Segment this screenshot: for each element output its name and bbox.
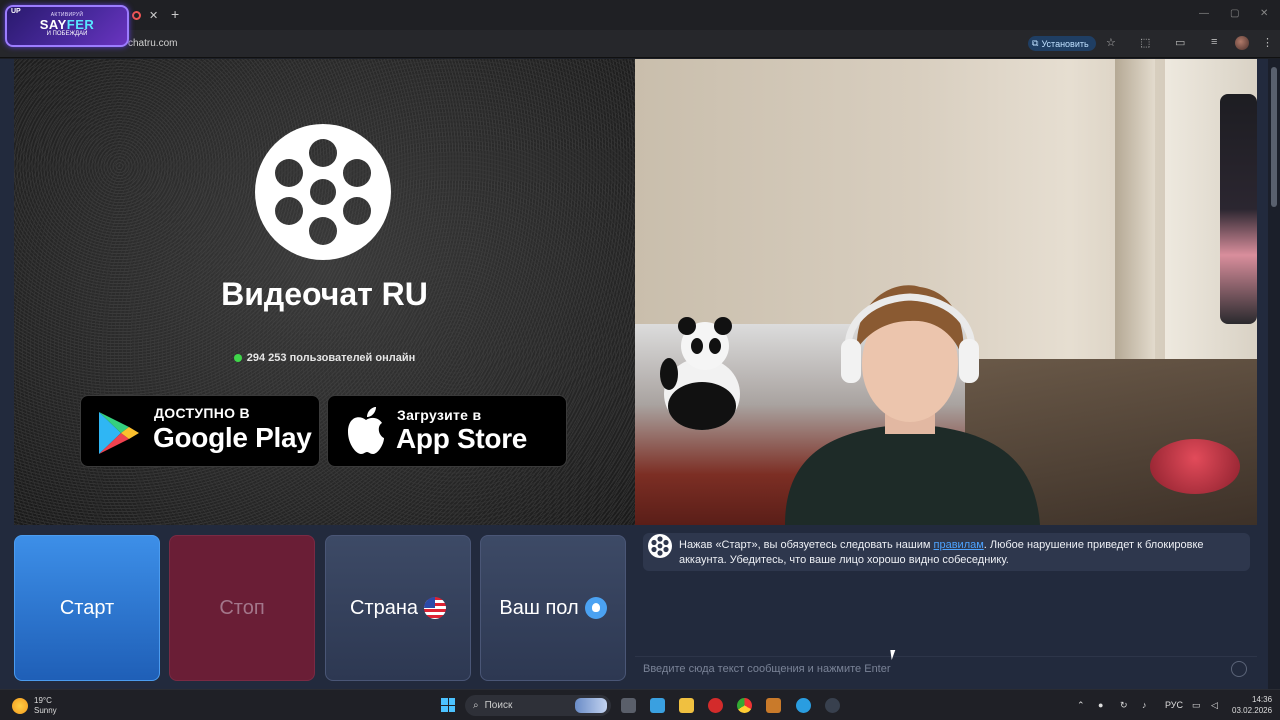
gender-label: Ваш пол xyxy=(499,596,579,619)
chat-input-area[interactable]: Введите сюда текст сообщения и нажмите E… xyxy=(635,656,1257,682)
stop-button[interactable]: Стоп xyxy=(169,535,315,681)
hanging-jackets xyxy=(1220,94,1257,324)
badge-title-a: SAY xyxy=(39,17,67,32)
online-status-icon xyxy=(233,354,242,362)
emoji-icon[interactable] xyxy=(1231,661,1247,677)
tray-app-icon[interactable]: ● xyxy=(1098,700,1103,710)
recording-icon xyxy=(132,11,141,20)
online-count-text: 294 253 пользователей онлайн xyxy=(246,352,416,364)
panda-plush xyxy=(660,317,740,430)
search-label: Поиск xyxy=(484,700,513,711)
videochat-page: Видеочат RU 294 253 пользователей онлайн… xyxy=(0,59,1280,689)
streamer-badge-logo: UP АКТИВИРУЙ SAYFER И ПОБЕЖДАЙ xyxy=(5,5,129,47)
brand-title: Видеочат RU xyxy=(221,276,428,312)
active-tab-controls: ✕ xyxy=(132,9,158,22)
pet-bed xyxy=(1150,439,1240,494)
chat-panel: Нажав «Старт», вы обязуетесь следовать н… xyxy=(635,525,1257,689)
apple-icon xyxy=(348,407,384,454)
split-view-icon[interactable]: ▭ xyxy=(1175,36,1185,49)
file-explorer-icon[interactable] xyxy=(679,698,694,713)
app-store-button[interactable]: Загрузите в App Store xyxy=(327,395,567,467)
volume-icon[interactable]: ◁ xyxy=(1211,700,1218,711)
google-play-line1: ДОСТУПНО В xyxy=(154,405,250,421)
online-counter: 294 253 пользователей онлайн xyxy=(14,352,635,364)
badge-title-b: FER xyxy=(66,17,95,32)
country-select-button[interactable]: Страна xyxy=(325,535,471,681)
profile-avatar[interactable] xyxy=(1235,36,1249,50)
system-text-before: Нажав «Старт», вы обязуетесь следовать н… xyxy=(679,539,934,551)
close-window-icon[interactable]: ✕ xyxy=(1260,8,1268,19)
app-store-line1: Загрузите в xyxy=(397,407,482,423)
network-icon[interactable]: ▭ xyxy=(1192,700,1201,711)
opera-icon[interactable] xyxy=(708,698,723,713)
google-play-line2: Google Play xyxy=(153,422,312,453)
task-view-icon[interactable] xyxy=(621,698,636,713)
badge-title: SAYFER xyxy=(7,18,127,31)
film-reel-logo-icon xyxy=(255,124,391,260)
bookmark-star-icon[interactable]: ☆ xyxy=(1106,36,1116,49)
system-message: Нажав «Старт», вы обязуетесь следовать н… xyxy=(643,533,1250,571)
stop-label: Стоп xyxy=(219,596,265,619)
own-camera-feed xyxy=(635,59,1257,525)
windows-start-icon[interactable] xyxy=(441,698,455,712)
rules-link[interactable]: правилам xyxy=(934,539,984,551)
film-reel-small-icon xyxy=(648,534,672,558)
search-icon: ⌕ xyxy=(473,700,479,711)
notepad-icon[interactable] xyxy=(650,698,665,713)
chat-input-placeholder[interactable]: Введите сюда текст сообщения и нажмите E… xyxy=(643,663,891,675)
new-tab-icon[interactable]: + xyxy=(171,6,179,22)
badge-tag: UP xyxy=(11,8,21,15)
country-label: Страна xyxy=(349,596,419,619)
weather-condition: Sunny xyxy=(34,706,57,715)
browser-menu-icon[interactable]: ⋮ xyxy=(1262,36,1273,49)
sun-icon xyxy=(12,698,28,714)
google-play-icon xyxy=(99,412,139,454)
maximize-icon[interactable]: ▢ xyxy=(1230,8,1239,19)
install-icon: ⧉ xyxy=(1032,38,1039,48)
system-message-text: Нажав «Старт», вы обязуетесь следовать н… xyxy=(679,538,1239,568)
weather-temp: 19°C xyxy=(34,696,52,705)
gender-select-button[interactable]: Ваш пол xyxy=(480,535,626,681)
install-app-button[interactable]: ⧉ Установить xyxy=(1028,36,1096,51)
gender-icon xyxy=(584,597,607,619)
telegram-icon[interactable] xyxy=(796,698,811,713)
tray-chevron-icon[interactable]: ⌃ xyxy=(1077,700,1085,711)
clock-time: 14:36 xyxy=(1252,695,1273,704)
badge-subtitle: И ПОБЕЖДАЙ xyxy=(46,31,88,37)
taskbar-search[interactable]: ⌕ Поиск xyxy=(465,695,611,716)
clock-date: 03.02.2026 xyxy=(1232,706,1273,715)
tray-sync-icon[interactable]: ↻ xyxy=(1120,700,1128,711)
scrollbar-thumb[interactable] xyxy=(1271,67,1277,207)
chrome-icon[interactable] xyxy=(737,698,752,713)
tab-close-icon[interactable]: ✕ xyxy=(149,9,158,22)
app-store-line2: App Store xyxy=(396,423,528,454)
system-clock[interactable]: 14:36 03.02.2026 xyxy=(1232,694,1272,716)
google-play-button[interactable]: ДОСТУПНО В Google Play xyxy=(80,395,320,467)
page-scrollbar[interactable] xyxy=(1268,59,1280,689)
windows-taskbar: 19°C Sunny ⌕ Поиск ⌃ ● ↻ ♪ РУС ▭ ◁ 14:36 … xyxy=(0,689,1280,720)
us-flag-icon xyxy=(424,597,447,619)
partner-video-placeholder: Видеочат RU 294 253 пользователей онлайн… xyxy=(14,59,635,525)
person-on-camera xyxy=(785,285,1040,525)
app-rocket-icon[interactable] xyxy=(766,698,781,713)
install-label: Установить xyxy=(1041,38,1089,49)
search-highlight-art xyxy=(575,698,607,713)
extensions-icon[interactable]: ⬚ xyxy=(1140,36,1150,49)
input-language[interactable]: РУС xyxy=(1165,700,1183,710)
url-text[interactable]: chatru.com xyxy=(128,38,177,49)
browser-tab-bar xyxy=(0,0,1280,30)
weather-widget[interactable]: 19°C Sunny xyxy=(12,696,57,716)
obs-icon[interactable] xyxy=(825,698,840,713)
wall-corner xyxy=(1115,59,1155,359)
start-label: Старт xyxy=(59,596,115,619)
media-control-icon[interactable]: ≡ xyxy=(1211,36,1217,48)
microphone-icon[interactable]: ♪ xyxy=(1142,700,1147,710)
start-button[interactable]: Старт xyxy=(14,535,160,681)
minimize-icon[interactable]: — xyxy=(1199,8,1209,19)
